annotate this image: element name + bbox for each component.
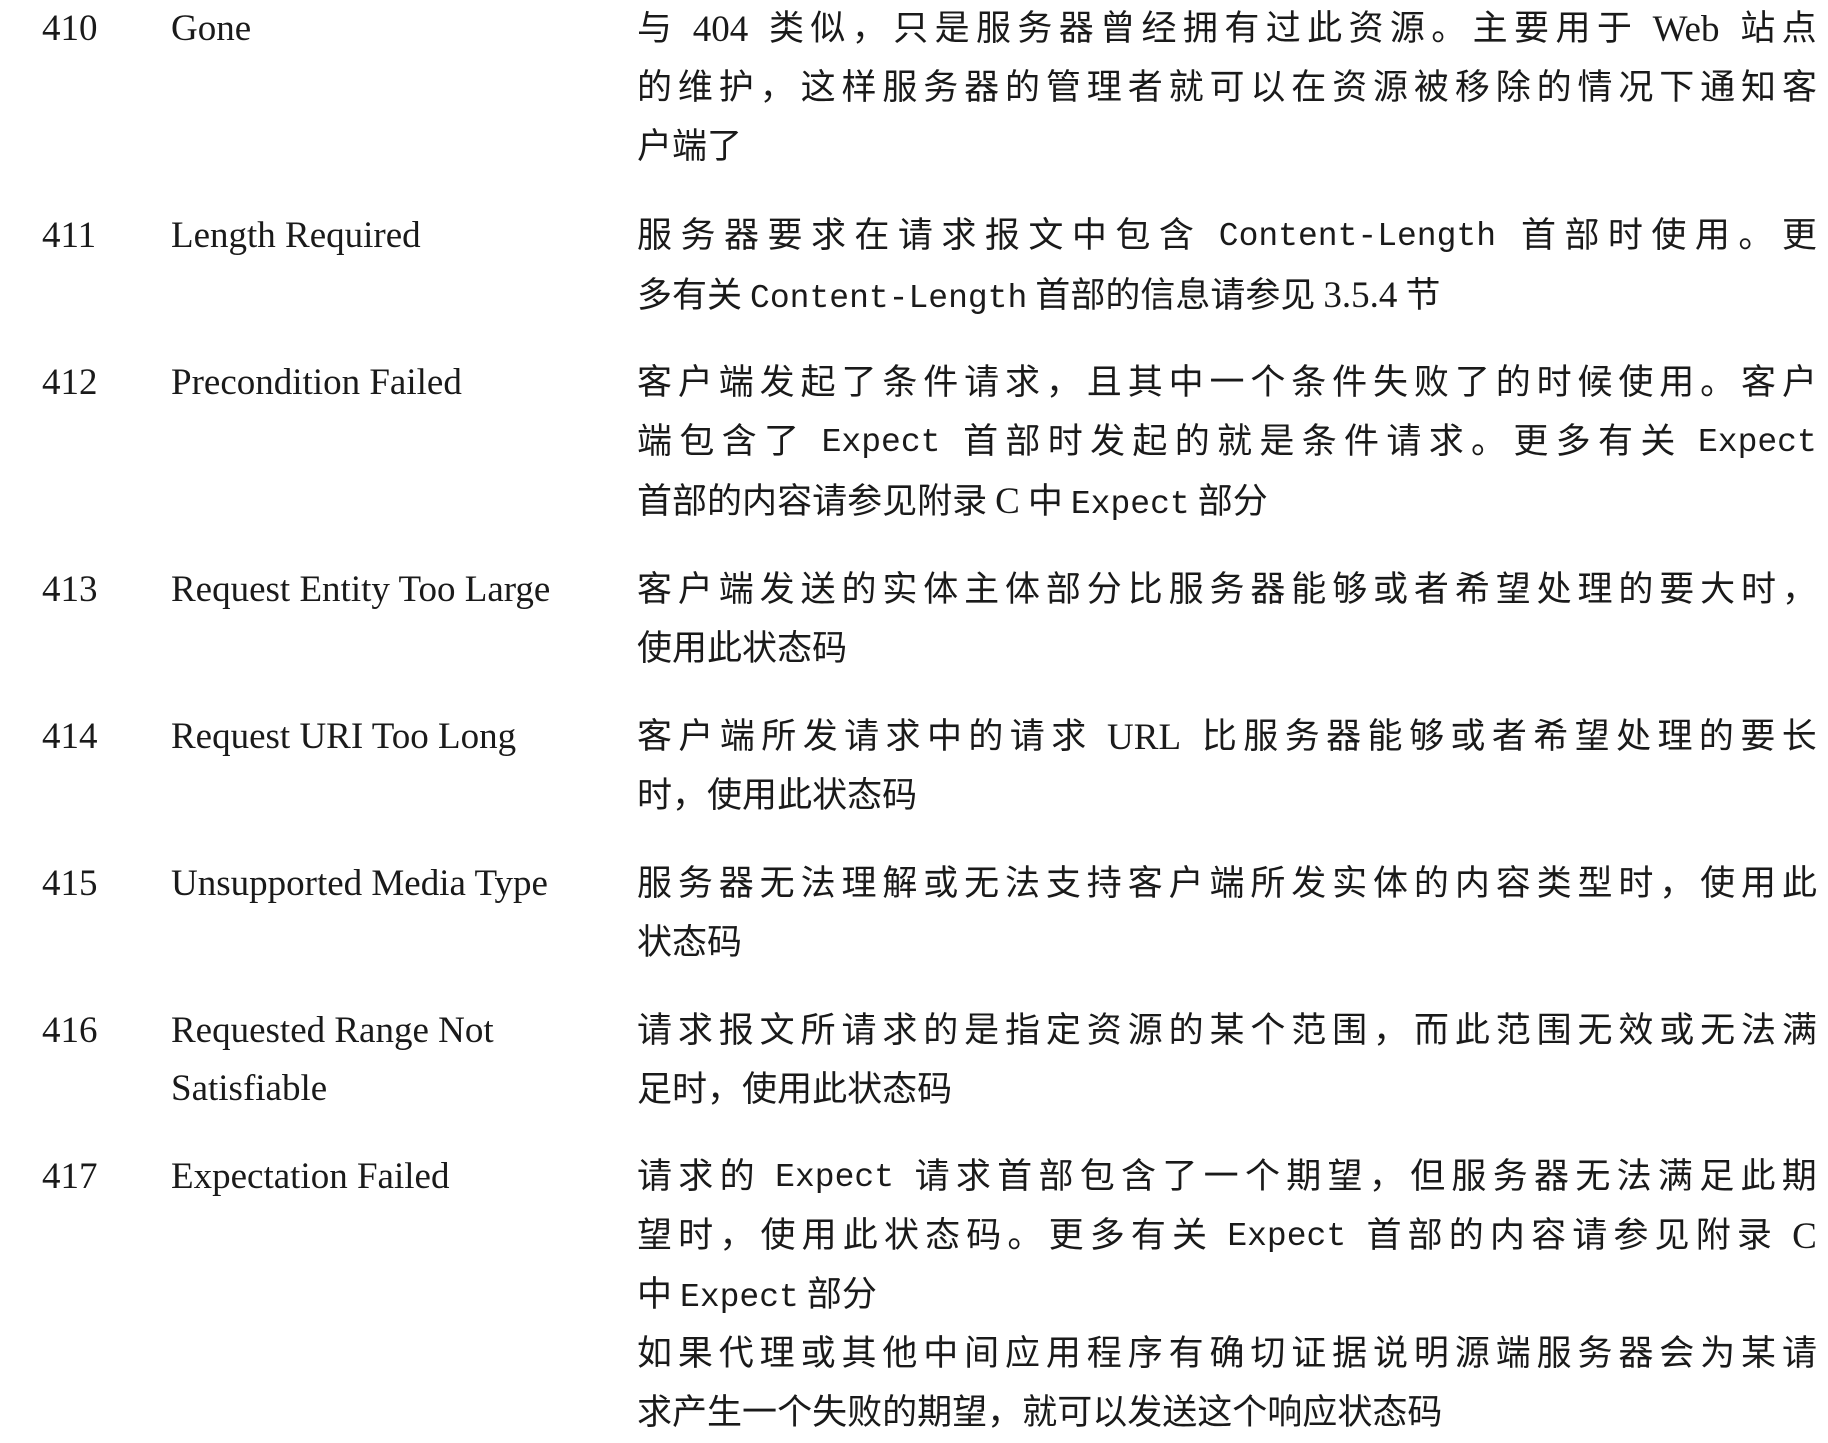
status-name: Expectation Failed [171,1148,611,1206]
description-line: 使用此状态码 [637,629,848,669]
status-name: Gone [171,0,611,58]
description-line: 状态码 [637,923,743,963]
status-name: Requested Range Not Satisfiable [171,1002,611,1118]
description-line: 足时，使用此状态码 [637,1070,953,1110]
description-line: 如果代理或其他中间应用程序有确切证据说明源端服务器会为某请 [637,1334,1817,1374]
description-line: 请求的 Expect 请求首部包含了一个期望，但服务器无法满足此期 [637,1157,1817,1197]
description-line: 多有关 Content-Length 首部的信息请参见 3.5.4 节 [637,275,1441,317]
status-name-line: Unsupported Media Type [171,863,548,904]
status-name-line: Precondition Failed [171,362,462,403]
description-line: 客户端发起了条件请求，且其中一个条件失败了的时候使用。客户 [637,363,1817,403]
status-name-line: Request Entity Too Large [171,569,551,610]
description-line: 客户端所发请求中的请求 URL 比服务器能够或者希望处理的要长 [637,717,1817,758]
description-line: 客户端发送的实体主体部分比服务器能够或者希望处理的要大时， [637,570,1817,610]
status-description: 客户端所发请求中的请求 URL 比服务器能够或者希望处理的要长时，使用此状态码 [637,708,1817,826]
status-description: 与 404 类似，只是服务器曾经拥有过此资源。主要用于 Web 站点的维护，这样… [637,0,1817,177]
description-line: 与 404 类似，只是服务器曾经拥有过此资源。主要用于 Web 站点 [637,9,1817,50]
description-line: 请求报文所请求的是指定资源的某个范围，而此范围无效或无法满 [637,1011,1817,1051]
status-code: 414 [42,716,98,757]
status-name-line: Expectation Failed [171,1156,450,1197]
description-line: 服务器要求在请求报文中包含 Content-Length 首部时使用。更 [637,216,1817,256]
description-line: 时，使用此状态码 [637,776,918,816]
description-line: 户端了 [637,127,743,167]
description-line: 中 Expect 部分 [637,1275,877,1316]
status-code: 411 [42,215,97,256]
status-code: 417 [42,1156,98,1197]
status-name-line: Satisfiable [171,1068,328,1109]
status-description: 客户端发送的实体主体部分比服务器能够或者希望处理的要大时， 使用此状态码 [637,561,1817,679]
status-name: Unsupported Media Type [171,855,611,913]
status-description: 请求报文所请求的是指定资源的某个范围，而此范围无效或无法满足时，使用此状态码 [637,1002,1817,1120]
status-name: Precondition Failed [171,354,611,412]
status-description: 服务器无法理解或无法支持客户端所发实体的内容类型时，使用此状态码 [637,855,1817,973]
status-name-line: Request URI Too Long [171,716,517,757]
status-code: 412 [42,362,98,403]
description-line: 端包含了 Expect 首部时发起的就是条件请求。更多有关 Expect [637,422,1817,462]
status-name: Request Entity Too Large [171,561,611,619]
description-line: 服务器无法理解或无法支持客户端所发实体的内容类型时，使用此 [637,864,1817,904]
status-name: Length Required [171,207,611,265]
description-line: 的维护，这样服务器的管理者就可以在资源被移除的情况下通知客 [637,68,1817,108]
status-name-line: Gone [171,8,252,49]
status-name-line: Requested Range Not [171,1010,494,1051]
status-code: 416 [42,1010,98,1051]
status-description: 服务器要求在请求报文中包含 Content-Length 首部时使用。更多有关 … [637,207,1817,325]
status-code: 415 [42,863,98,904]
description-line: 首部的内容请参见附录 C 中 Expect 部分 [637,481,1268,523]
status-name: Request URI Too Long [171,708,611,766]
status-name-line: Length Required [171,215,421,256]
status-code: 410 [42,8,98,49]
description-line: 求产生一个失败的期望，就可以发送这个响应状态码 [637,1393,1443,1433]
status-description: 请求的 Expect 请求首部包含了一个期望，但服务器无法满足此期望时，使用此状… [637,1148,1817,1443]
description-line: 望时，使用此状态码。更多有关 Expect 首部的内容请参见附录 C [637,1216,1817,1257]
status-description: 客户端发起了条件请求，且其中一个条件失败了的时候使用。客户端包含了 Expect… [637,354,1817,531]
status-code: 413 [42,569,98,610]
